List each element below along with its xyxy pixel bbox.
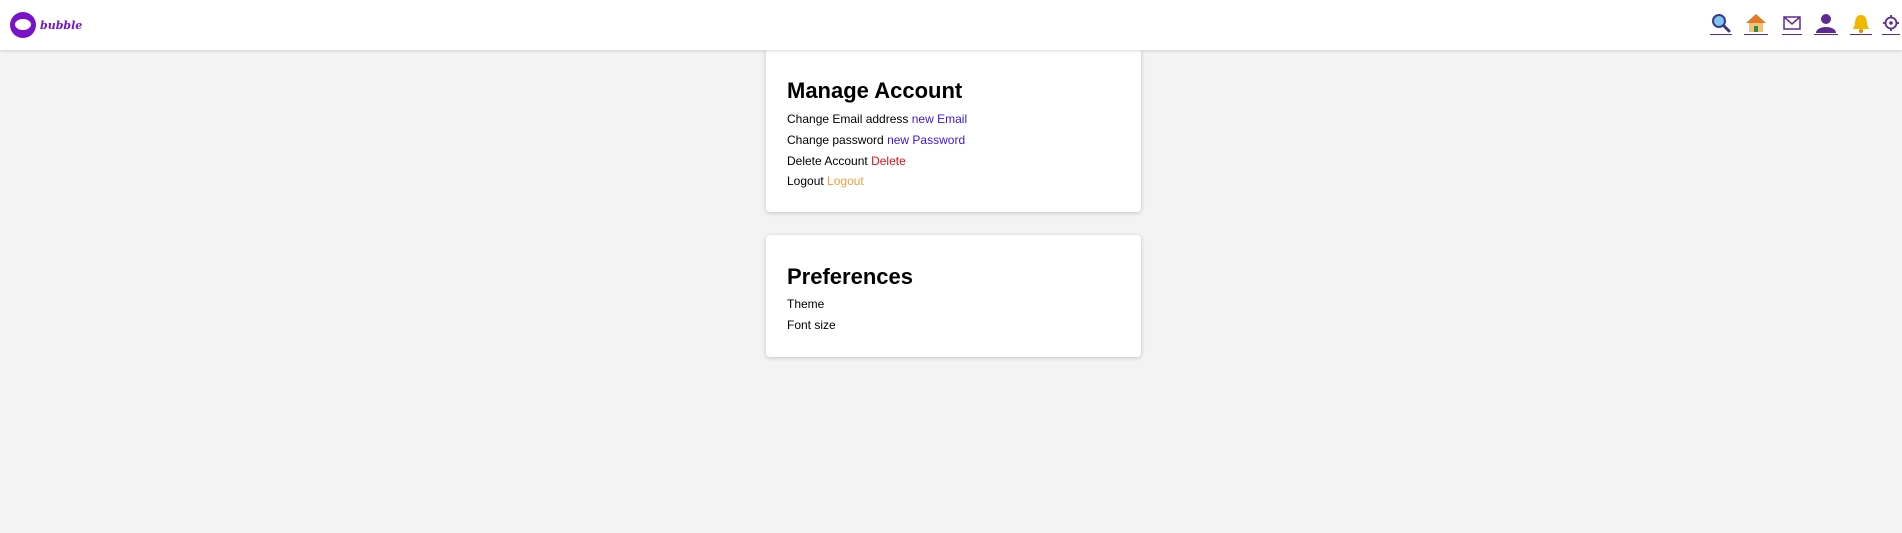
logout-link[interactable]: Logout bbox=[827, 174, 864, 188]
bubble-logo-icon bbox=[10, 12, 36, 38]
font-size-option[interactable]: Font size bbox=[787, 318, 836, 332]
mail-icon[interactable] bbox=[1782, 12, 1802, 35]
delete-account-row: Delete Account Delete bbox=[787, 154, 906, 168]
manage-account-card: Manage Account Change Email address new … bbox=[766, 48, 1141, 212]
preferences-title: Preferences bbox=[787, 264, 913, 289]
profile-icon[interactable] bbox=[1814, 12, 1838, 35]
change-password-row: Change password new Password bbox=[787, 133, 965, 147]
logout-row: Logout Logout bbox=[787, 174, 864, 188]
settings-icon[interactable] bbox=[1882, 12, 1900, 35]
preferences-card: Preferences Theme Font size bbox=[766, 235, 1141, 357]
manage-account-title: Manage Account bbox=[787, 78, 963, 103]
top-navbar: bubble bbox=[0, 0, 1902, 50]
change-email-row: Change Email address new Email bbox=[787, 112, 967, 126]
new-email-link[interactable]: new Email bbox=[912, 112, 967, 126]
delete-account-label: Delete Account bbox=[787, 154, 868, 168]
search-icon[interactable] bbox=[1710, 12, 1732, 35]
notifications-icon[interactable] bbox=[1850, 12, 1872, 35]
delete-account-link[interactable]: Delete bbox=[871, 154, 906, 168]
brand-name: bubble bbox=[40, 18, 83, 32]
logo[interactable]: bubble bbox=[10, 12, 82, 38]
new-password-link[interactable]: new Password bbox=[887, 133, 965, 147]
theme-option[interactable]: Theme bbox=[787, 297, 824, 311]
logout-label: Logout bbox=[787, 174, 824, 188]
home-icon[interactable] bbox=[1744, 12, 1768, 35]
change-password-label: Change password bbox=[787, 133, 884, 147]
change-email-label: Change Email address bbox=[787, 112, 909, 126]
